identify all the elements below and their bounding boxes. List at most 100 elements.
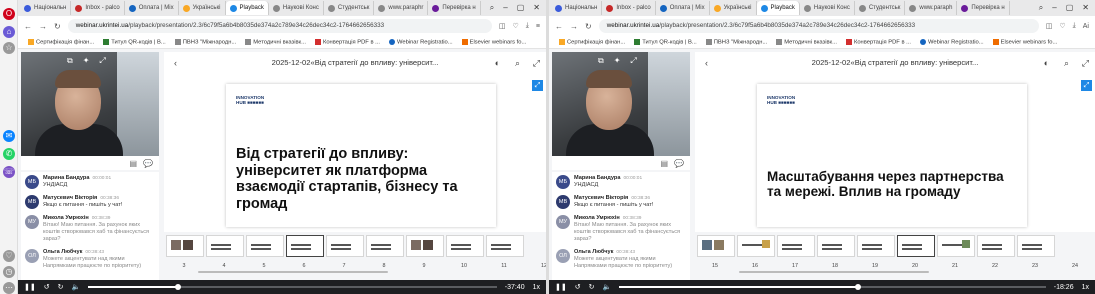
forward-icon[interactable]: → <box>570 22 578 31</box>
slide-thumbnails[interactable] <box>695 235 1095 263</box>
webcam-video[interactable]: ⧉ ✦ ⤢ <box>21 52 159 156</box>
thumbnail[interactable] <box>166 235 204 257</box>
tab[interactable]: Перевірка н <box>428 1 481 15</box>
bookmark-item[interactable]: Конвертація PDF в ... <box>845 38 911 45</box>
forward-icon[interactable]: ↻ <box>58 283 64 291</box>
thumbnail-current[interactable] <box>286 235 324 257</box>
whatsapp-icon[interactable]: ✆ <box>3 148 15 160</box>
chat-panel[interactable]: МБ Марина Бандура 00:00:01 УНДІАСД МВ Мату… <box>552 172 690 280</box>
bookmark-icon[interactable]: ♡ <box>513 22 519 30</box>
tab[interactable]: Національн <box>551 1 603 15</box>
reload-icon[interactable]: ↻ <box>54 22 61 31</box>
minimize-icon[interactable]: – <box>1052 3 1056 13</box>
camera-icon[interactable]: ◫ <box>1046 22 1053 30</box>
tab[interactable]: www.paraph <box>905 1 958 15</box>
forward-icon[interactable]: ↻ <box>589 283 595 291</box>
url-field[interactable]: webinar.ukrintei.ua/playback/presentatio… <box>67 19 492 33</box>
thumbnail[interactable] <box>1017 235 1055 257</box>
expand-icon[interactable]: ⤢ <box>1082 58 1089 69</box>
pause-icon[interactable]: ❚❚ <box>555 283 567 291</box>
rewind-icon[interactable]: ↺ <box>44 283 50 291</box>
search-icon[interactable]: ⌕ <box>1064 58 1069 69</box>
thumbnail[interactable] <box>777 235 815 257</box>
reload-icon[interactable]: ↻ <box>585 22 592 31</box>
slide-thumbnails[interactable] <box>164 235 546 263</box>
layout-icon[interactable]: ⧉ <box>67 56 73 66</box>
maximize-icon[interactable]: ▢ <box>1066 3 1074 13</box>
bookmark-item[interactable]: Методичні вказівк... <box>776 38 837 45</box>
fullscreen-button[interactable]: ⤢ <box>532 80 543 91</box>
fullscreen-button[interactable]: ⤢ <box>1081 80 1092 91</box>
history-icon[interactable]: ◷ <box>3 266 15 278</box>
tab-playback[interactable]: Playback <box>225 1 269 15</box>
bookmark-item[interactable]: Elsevier webinars fo... <box>992 38 1057 45</box>
thumbnail[interactable] <box>737 235 775 257</box>
rewind-icon[interactable]: ↺ <box>575 283 581 291</box>
heart-icon[interactable]: ♡ <box>3 250 15 262</box>
thumbnail[interactable] <box>406 235 444 257</box>
bookmark-item[interactable]: Webinar Registratio... <box>919 38 984 45</box>
search-icon[interactable]: ⌕ <box>515 58 520 69</box>
thumbnail-current[interactable] <box>897 235 935 257</box>
chat-panel[interactable]: МБ Марина Бандура 00:00:01 УНДІАСД МВ Мату… <box>21 172 159 280</box>
tab[interactable]: Студентськ <box>855 1 906 15</box>
forward-icon[interactable]: → <box>39 22 47 31</box>
thumbnail[interactable] <box>246 235 284 257</box>
messenger-icon[interactable]: ✉ <box>3 130 15 142</box>
swap-icon[interactable]: ✦ <box>614 56 621 66</box>
thumbnail-scrollbar[interactable] <box>739 271 929 273</box>
close-icon[interactable]: ✕ <box>533 3 540 13</box>
bookmark-item[interactable]: Конвертація PDF в ... <box>314 38 380 45</box>
maximize-icon[interactable]: ▢ <box>517 3 525 13</box>
chat-icon[interactable]: 💬 <box>143 159 153 168</box>
thumbnail[interactable] <box>366 235 404 257</box>
swap-icon[interactable]: ✦ <box>83 56 90 66</box>
tab-playback[interactable]: Playback <box>756 1 800 15</box>
tab[interactable]: Наукові Конс <box>269 1 324 15</box>
tab[interactable]: Наукові Конс <box>800 1 855 15</box>
layout-icon[interactable]: ⧉ <box>598 56 604 66</box>
progress-bar[interactable] <box>619 284 1046 290</box>
tab[interactable]: Національн <box>20 1 72 15</box>
viber-icon[interactable]: ☏ <box>3 166 15 178</box>
chat-icon[interactable]: 💬 <box>674 159 684 168</box>
theme-icon[interactable]: ◐ <box>495 58 500 68</box>
thumbnail[interactable] <box>857 235 895 257</box>
download-icon[interactable]: ⤓ <box>1073 22 1076 30</box>
bookmark-item[interactable]: Титул QR-кодів | В... <box>634 38 697 45</box>
speed-button[interactable]: 1x <box>1082 284 1089 291</box>
more-icon[interactable]: ⋯ <box>3 282 15 294</box>
tab[interactable]: Українські <box>710 1 757 15</box>
back-icon[interactable]: ← <box>24 22 32 31</box>
tab[interactable]: Inbox - palco <box>71 1 125 15</box>
thumbnail[interactable] <box>977 235 1015 257</box>
progress-bar[interactable] <box>88 284 497 290</box>
tab[interactable]: Оплата | Mix <box>125 1 179 15</box>
theme-icon[interactable]: ◐ <box>1044 58 1049 68</box>
star-icon[interactable]: ☆ <box>3 42 15 54</box>
volume-icon[interactable]: 🔈 <box>602 283 611 291</box>
thumbnail[interactable] <box>486 235 524 257</box>
thumbnail[interactable] <box>697 235 735 257</box>
search-icon[interactable]: ⌕ <box>1039 3 1043 13</box>
thumbnail-scrollbar[interactable] <box>198 271 388 273</box>
search-icon[interactable]: ⌕ <box>490 3 494 13</box>
volume-icon[interactable]: 🔈 <box>71 283 80 291</box>
download-icon[interactable]: ⤓ <box>526 22 529 30</box>
bookmark-item[interactable]: Титул QR-кодів | В... <box>103 38 166 45</box>
bookmark-item[interactable]: Сертифікація фінан... <box>28 38 94 45</box>
thumbnail[interactable] <box>937 235 975 257</box>
thumbnail[interactable] <box>206 235 244 257</box>
notes-icon[interactable]: ▤ <box>129 159 137 168</box>
menu-icon[interactable]: ≡ <box>536 23 540 30</box>
ai-icon[interactable]: Ai <box>1083 23 1089 30</box>
tab[interactable]: Оплата | Mix <box>656 1 710 15</box>
camera-icon[interactable]: ◫ <box>499 22 506 30</box>
minimize-icon[interactable]: – <box>503 3 507 13</box>
webcam-video[interactable]: ⧉ ✦ ⤢ <box>552 52 690 156</box>
fullscreen-icon[interactable]: ⤢ <box>630 56 636 66</box>
tab[interactable]: Студентськ <box>324 1 375 15</box>
bookmark-item[interactable]: ПВНЗ "Міжнародн... <box>174 38 236 45</box>
opera-icon[interactable]: O <box>3 8 15 20</box>
bookmark-item[interactable]: Elsevier webinars fo... <box>461 38 526 45</box>
